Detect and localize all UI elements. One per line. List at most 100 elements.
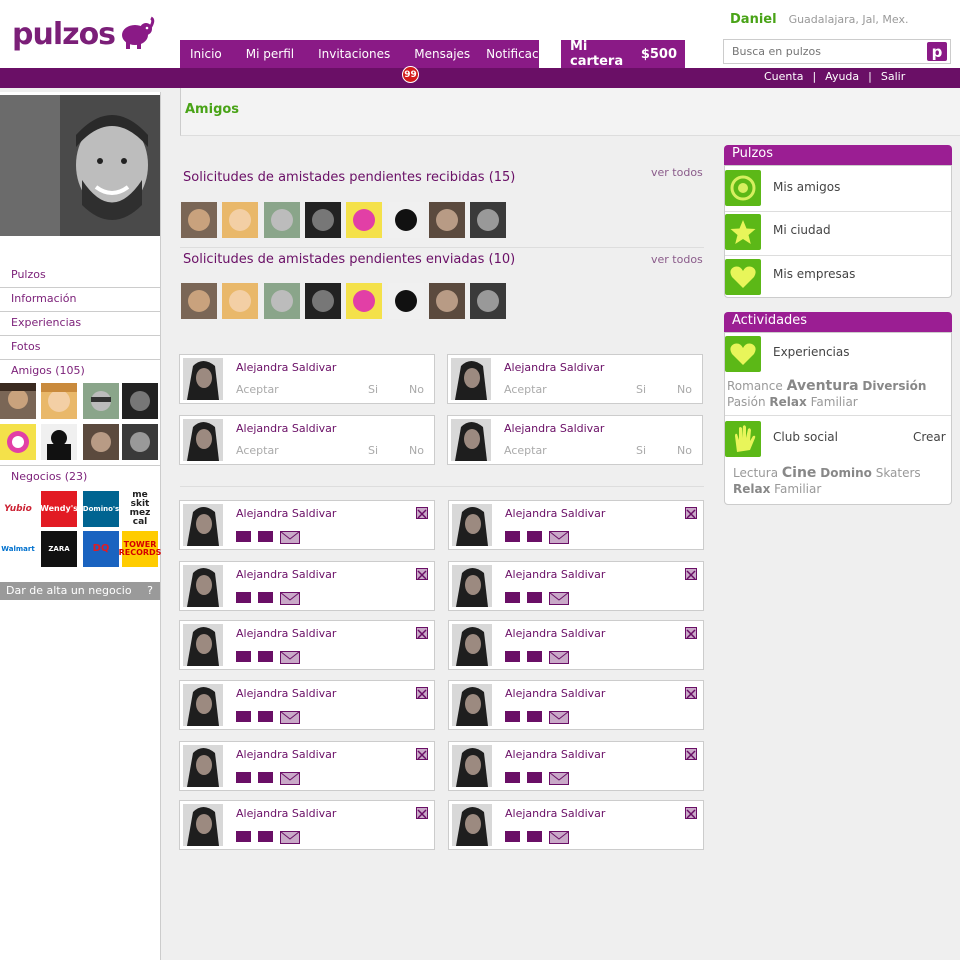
friend-thumb[interactable] <box>0 424 36 460</box>
avatar[interactable] <box>183 504 223 546</box>
avatar[interactable] <box>183 804 223 846</box>
panel-link-club-social[interactable]: Club social <box>773 430 838 444</box>
request-name[interactable]: Alejandra Saldivar <box>504 422 604 435</box>
accept-yes-button[interactable]: Si <box>636 383 646 396</box>
mail-icon[interactable] <box>280 831 300 847</box>
tag[interactable]: Pasión <box>727 395 766 409</box>
sidebar-link-fotos[interactable]: Fotos <box>0 336 160 360</box>
friend-name[interactable]: Alejandra Saldivar <box>236 627 336 640</box>
accept-no-button[interactable]: No <box>409 444 424 457</box>
profile-icon[interactable] <box>505 651 520 662</box>
mail-icon[interactable] <box>549 592 569 608</box>
remove-friend-icon[interactable] <box>685 507 697 519</box>
wall-icon[interactable] <box>258 531 273 542</box>
mail-icon[interactable] <box>280 772 300 788</box>
friend-name[interactable]: Alejandra Saldivar <box>505 687 605 700</box>
wall-icon[interactable] <box>527 531 542 542</box>
avatar[interactable] <box>452 745 492 787</box>
wall-icon[interactable] <box>527 651 542 662</box>
wall-icon[interactable] <box>527 711 542 722</box>
tag[interactable]: Romance <box>727 379 783 393</box>
business-logo[interactable]: Walmart <box>0 531 36 567</box>
wall-icon[interactable] <box>258 772 273 783</box>
remove-friend-icon[interactable] <box>416 568 428 580</box>
profile-icon[interactable] <box>236 711 251 722</box>
business-logo[interactable]: ZARA <box>41 531 77 567</box>
logo[interactable]: pulzos <box>12 16 155 52</box>
request-name[interactable]: Alejandra Saldivar <box>504 361 604 374</box>
request-thumb[interactable] <box>346 283 383 319</box>
mail-icon[interactable] <box>549 831 569 847</box>
request-thumb[interactable] <box>346 202 383 238</box>
remove-friend-icon[interactable] <box>416 627 428 639</box>
profile-icon[interactable] <box>236 831 251 842</box>
profile-icon[interactable] <box>505 592 520 603</box>
friend-thumb[interactable] <box>122 424 158 460</box>
profile-icon[interactable] <box>505 772 520 783</box>
profile-icon[interactable] <box>505 531 520 542</box>
tag[interactable]: Skaters <box>876 466 921 480</box>
request-thumb[interactable] <box>428 283 465 319</box>
friend-name[interactable]: Alejandra Saldivar <box>236 507 336 520</box>
avatar[interactable] <box>452 804 492 846</box>
friend-thumb[interactable] <box>83 424 119 460</box>
business-logo[interactable]: Domino's <box>83 491 119 527</box>
wall-icon[interactable] <box>258 651 273 662</box>
profile-photo[interactable] <box>0 95 160 236</box>
nav-mi-perfil[interactable]: Mi perfil <box>241 47 299 61</box>
link-ayuda[interactable]: Ayuda <box>816 70 868 83</box>
request-thumb[interactable] <box>428 202 465 238</box>
help-icon[interactable]: ? <box>147 584 153 597</box>
request-thumb[interactable] <box>181 202 217 238</box>
mail-icon[interactable] <box>549 711 569 727</box>
tag[interactable]: Relax <box>769 395 806 409</box>
tag[interactable]: Domino <box>820 466 872 480</box>
request-thumb[interactable] <box>470 283 507 319</box>
avatar[interactable] <box>452 504 492 546</box>
panel-link-mis-amigos[interactable]: Mis amigos <box>773 180 840 194</box>
tag[interactable]: Lectura <box>733 466 778 480</box>
request-thumb[interactable] <box>304 202 341 238</box>
request-thumb[interactable] <box>222 202 259 238</box>
request-thumb[interactable] <box>222 283 259 319</box>
request-thumb[interactable] <box>181 283 217 319</box>
request-thumb[interactable] <box>304 283 341 319</box>
create-club-link[interactable]: Crear <box>913 430 946 444</box>
friend-thumb[interactable] <box>83 383 119 419</box>
business-logo[interactable]: TOWER RECORDS <box>119 531 161 567</box>
wall-icon[interactable] <box>258 831 273 842</box>
wall-icon[interactable] <box>258 711 273 722</box>
friend-thumb[interactable] <box>122 383 158 419</box>
request-thumb[interactable] <box>387 283 424 319</box>
link-salir[interactable]: Salir <box>872 70 914 83</box>
tag[interactable]: Familiar <box>811 395 858 409</box>
remove-friend-icon[interactable] <box>685 568 697 580</box>
avatar[interactable] <box>452 684 492 726</box>
remove-friend-icon[interactable] <box>416 687 428 699</box>
business-logo[interactable]: Wendy's <box>40 491 78 527</box>
remove-friend-icon[interactable] <box>685 687 697 699</box>
search-button[interactable]: p <box>927 42 947 61</box>
avatar[interactable] <box>183 745 223 787</box>
friend-name[interactable]: Alejandra Saldivar <box>236 748 336 761</box>
friend-name[interactable]: Alejandra Saldivar <box>236 568 336 581</box>
sidebar-link-negocios[interactable]: Negocios (23) <box>0 465 160 489</box>
friend-name[interactable]: Alejandra Saldivar <box>236 807 336 820</box>
mail-icon[interactable] <box>549 531 569 547</box>
wallet-button[interactable]: Mi cartera $500 <box>561 39 685 69</box>
messages-badge[interactable]: 99 <box>402 66 419 83</box>
tag[interactable]: Aventura <box>787 378 859 394</box>
avatar[interactable] <box>183 684 223 726</box>
avatar[interactable] <box>451 358 491 400</box>
accept-yes-button[interactable]: Si <box>368 383 378 396</box>
friend-thumb[interactable] <box>0 383 36 419</box>
remove-friend-icon[interactable] <box>416 748 428 760</box>
mail-icon[interactable] <box>280 711 300 727</box>
profile-icon[interactable] <box>505 711 520 722</box>
sidebar-link-amigos[interactable]: Amigos (105) <box>0 360 160 384</box>
remove-friend-icon[interactable] <box>416 807 428 819</box>
mail-icon[interactable] <box>280 531 300 547</box>
sidebar-link-informacion[interactable]: Información <box>0 288 160 312</box>
wall-icon[interactable] <box>527 831 542 842</box>
mail-icon[interactable] <box>549 772 569 788</box>
